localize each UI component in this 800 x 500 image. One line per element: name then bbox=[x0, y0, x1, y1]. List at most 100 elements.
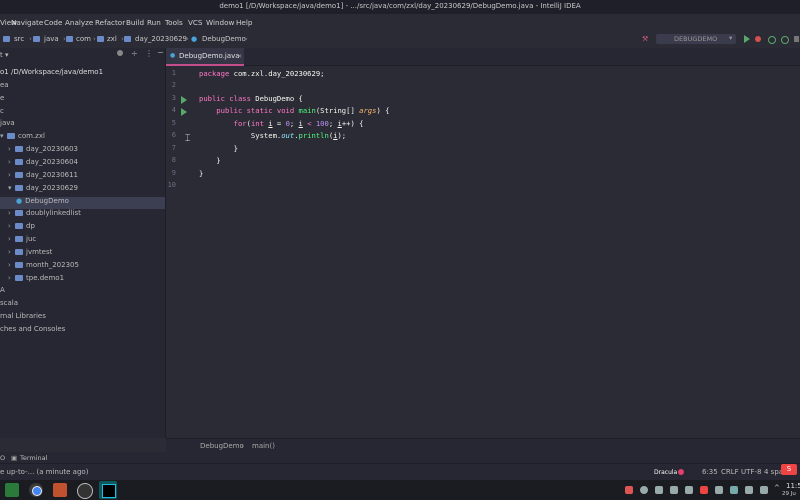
folder-icon bbox=[97, 35, 107, 43]
line-separator[interactable]: CRLF bbox=[721, 468, 739, 476]
caret-position[interactable]: 6:35 bbox=[702, 468, 718, 476]
tree-item[interactable]: c bbox=[0, 107, 165, 119]
tree-item[interactable]: e bbox=[0, 94, 165, 106]
volume-icon[interactable] bbox=[745, 486, 753, 494]
tray-icon[interactable] bbox=[715, 486, 723, 494]
tree-item[interactable]: scala bbox=[0, 299, 165, 311]
menu-tools[interactable]: Tools bbox=[165, 18, 183, 27]
tree-item[interactable]: java bbox=[0, 119, 165, 131]
files-icon[interactable] bbox=[53, 483, 67, 497]
menu-navigate[interactable]: Navigate bbox=[11, 18, 43, 27]
code-editor[interactable]: package com.zxl.day_20230629; public cla… bbox=[196, 66, 800, 438]
tab-debugdemo[interactable]: ● DebugDemo.java × bbox=[166, 48, 244, 66]
tray-icon[interactable] bbox=[655, 486, 663, 494]
crumb-zxl[interactable]: zxl bbox=[107, 35, 117, 43]
menu-build[interactable]: Build bbox=[126, 18, 144, 27]
tool-tab-terminal[interactable]: Terminal bbox=[20, 454, 47, 462]
menu-vcs[interactable]: VCS bbox=[188, 18, 203, 27]
tree-item[interactable]: o1 /D/Workspace/java/demo1 bbox=[0, 68, 165, 80]
crumb-day-20230629[interactable]: day_20230629 bbox=[135, 35, 187, 43]
file-encoding[interactable]: UTF-8 bbox=[741, 468, 761, 476]
menu-window[interactable]: Window bbox=[206, 18, 234, 27]
tree-item[interactable]: › juc bbox=[0, 235, 165, 247]
tree-toggle-icon[interactable]: ▾ bbox=[8, 184, 15, 192]
tree-item[interactable]: rnal Libraries bbox=[0, 312, 165, 324]
locate-icon[interactable] bbox=[117, 50, 123, 56]
tree-toggle-icon[interactable]: › bbox=[8, 171, 15, 179]
tree-item[interactable]: › day_20230603 bbox=[0, 145, 165, 157]
tree-item-label: com.zxl bbox=[18, 132, 45, 141]
tree-item[interactable]: › day_20230604 bbox=[0, 158, 165, 170]
run-config-selector[interactable]: DEBUGDEMO ▾ bbox=[656, 34, 736, 44]
tray-icon[interactable] bbox=[625, 486, 633, 494]
settings-icon[interactable]: ⋮ bbox=[145, 49, 153, 58]
bluetooth-icon[interactable] bbox=[730, 486, 738, 494]
breadcrumb-method[interactable]: main() bbox=[252, 442, 275, 450]
tree-item[interactable]: A bbox=[0, 286, 165, 298]
collapse-icon[interactable]: ÷ bbox=[131, 49, 138, 58]
ime-icon[interactable]: S bbox=[781, 464, 797, 475]
tray-icon[interactable] bbox=[700, 486, 708, 494]
crumb-java[interactable]: java bbox=[44, 35, 59, 43]
minimize-icon[interactable]: − bbox=[157, 48, 164, 57]
run-gutter-icon[interactable] bbox=[181, 108, 187, 118]
tree-toggle-icon[interactable]: › bbox=[8, 145, 15, 153]
close-icon[interactable]: × bbox=[237, 52, 242, 60]
project-dropdown[interactable]: t ▾ bbox=[0, 51, 8, 59]
tree-toggle-icon[interactable]: › bbox=[8, 261, 15, 269]
run-gutter-icon[interactable] bbox=[181, 96, 187, 106]
navigation-bar: src › java › com › zxl › day_20230629 › … bbox=[0, 31, 800, 49]
tray-icon[interactable] bbox=[640, 486, 648, 494]
tree-item[interactable]: › doublylinkedlist bbox=[0, 209, 165, 221]
tray-icon[interactable] bbox=[685, 486, 693, 494]
status-message[interactable]: e up-to-... (a minute ago) bbox=[0, 468, 88, 476]
crumb-com[interactable]: com bbox=[76, 35, 91, 43]
tree-toggle-icon[interactable]: › bbox=[8, 235, 15, 243]
tree-item[interactable]: ▾ day_20230629 bbox=[0, 184, 165, 196]
menu-refactor[interactable]: Refactor bbox=[95, 18, 125, 27]
crumb-src[interactable]: src bbox=[14, 35, 24, 43]
tree-item[interactable]: › jvmtest bbox=[0, 248, 165, 260]
editor-gutter[interactable]: 1 2 3 4 5 6 7 8 9 10 ⌶ bbox=[166, 66, 196, 438]
tree-toggle-icon[interactable]: ▾ bbox=[0, 132, 7, 140]
tree-item[interactable]: › month_202305 bbox=[0, 261, 165, 273]
tree-item[interactable]: ▾ com.zxl bbox=[0, 132, 165, 144]
menu-run[interactable]: Run bbox=[147, 18, 161, 27]
clock-time[interactable]: 11:5 bbox=[786, 482, 800, 490]
coverage-icon[interactable] bbox=[768, 36, 776, 44]
tree-toggle-icon[interactable]: › bbox=[8, 274, 15, 282]
stop-icon[interactable] bbox=[794, 36, 799, 42]
chrome-icon[interactable] bbox=[29, 483, 43, 497]
start-menu-icon[interactable] bbox=[5, 483, 19, 497]
menu-help[interactable]: Help bbox=[236, 18, 252, 27]
tree-item[interactable]: ea bbox=[0, 81, 165, 93]
tree-item[interactable]: › day_20230611 bbox=[0, 171, 165, 183]
tree-item[interactable]: › tpe.demo1 bbox=[0, 274, 165, 286]
menu-code[interactable]: Code bbox=[44, 18, 62, 27]
tree-item-label: java bbox=[0, 119, 15, 128]
theme-icon bbox=[678, 469, 684, 475]
tool-tab-todo[interactable]: O bbox=[0, 454, 5, 462]
crumb-debugdemo[interactable]: DebugDemo bbox=[202, 35, 246, 43]
theme-label[interactable]: Dracula bbox=[654, 469, 677, 476]
tree-item[interactable]: ches and Consoles bbox=[0, 325, 165, 337]
tray-icon[interactable] bbox=[670, 486, 678, 494]
line-number: 3 bbox=[171, 94, 176, 102]
profile-icon[interactable] bbox=[781, 36, 789, 44]
run-icon[interactable] bbox=[744, 35, 750, 45]
tree-toggle-icon[interactable]: › bbox=[8, 248, 15, 256]
tree-toggle-icon[interactable]: › bbox=[8, 209, 15, 217]
intellij-icon[interactable] bbox=[99, 481, 117, 499]
hammer-icon[interactable]: ⚒ bbox=[642, 35, 648, 43]
menu-analyze[interactable]: Analyze bbox=[65, 18, 93, 27]
tree-toggle-icon[interactable]: › bbox=[8, 158, 15, 166]
tree-item[interactable]: ● DebugDemo bbox=[0, 196, 165, 209]
breadcrumb-class[interactable]: DebugDemo bbox=[200, 442, 244, 450]
wifi-icon[interactable] bbox=[760, 486, 768, 494]
tree-item[interactable]: › dp bbox=[0, 222, 165, 234]
tree-toggle-icon[interactable]: › bbox=[8, 222, 15, 230]
debug-icon[interactable] bbox=[755, 36, 761, 42]
tree-item-label: c bbox=[0, 106, 4, 115]
obs-icon[interactable] bbox=[77, 483, 93, 499]
chevron-up-icon[interactable]: ^ bbox=[774, 484, 780, 492]
